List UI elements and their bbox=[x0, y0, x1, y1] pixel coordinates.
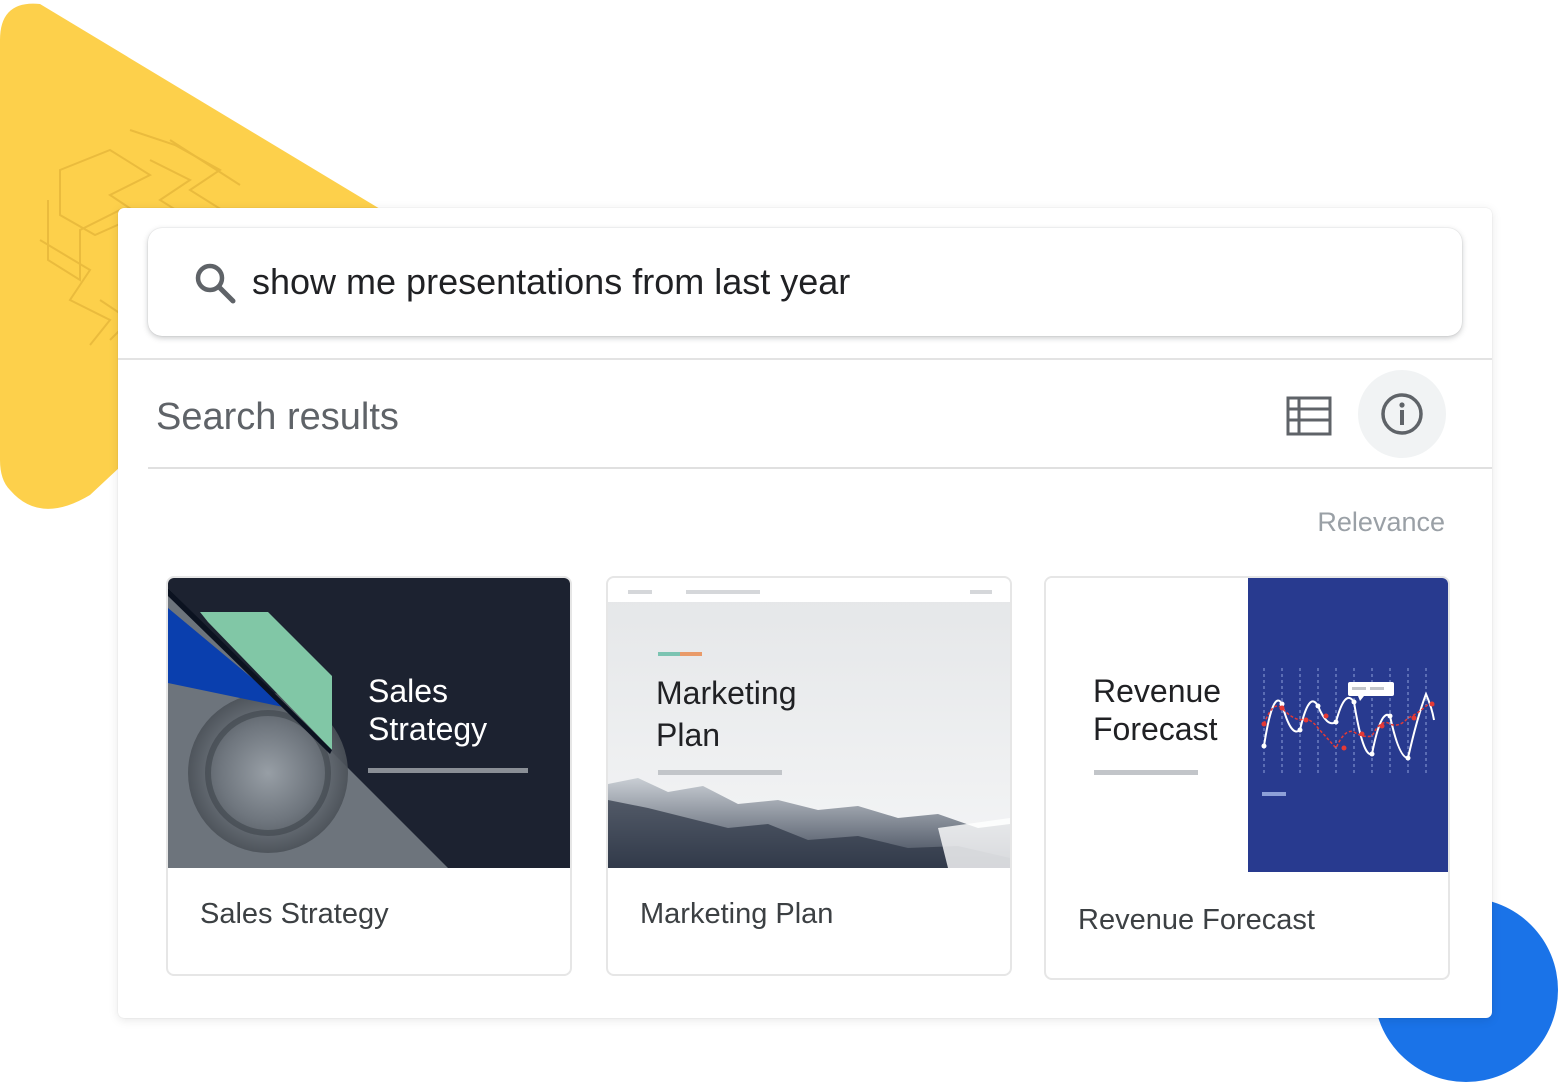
info-icon bbox=[1381, 393, 1423, 435]
thumbnail-title: Sales Strategy bbox=[368, 673, 488, 747]
card-title: Marketing Plan bbox=[640, 898, 834, 930]
list-view-icon[interactable] bbox=[1286, 396, 1332, 436]
result-card-revenue-forecast[interactable]: Revenue Forecast Revenue Forecast bbox=[1044, 576, 1450, 980]
card-title: Sales Strategy bbox=[200, 898, 389, 930]
search-box[interactable]: show me presentations from last year bbox=[148, 228, 1462, 336]
thumbnail-title: Revenue Forecast bbox=[1093, 673, 1222, 747]
results-title: Search results bbox=[156, 396, 399, 438]
result-card-marketing-plan[interactable]: Marketing Plan Marketing Plan bbox=[606, 576, 1012, 976]
divider bbox=[118, 358, 1492, 360]
search-icon[interactable] bbox=[192, 260, 238, 306]
divider bbox=[148, 467, 1492, 469]
thumbnail-title: Marketing Plan bbox=[656, 675, 797, 753]
stage: show me presentations from last year Sea… bbox=[0, 0, 1558, 1082]
card-title: Revenue Forecast bbox=[1078, 904, 1315, 936]
search-input[interactable]: show me presentations from last year bbox=[252, 258, 850, 306]
info-button[interactable] bbox=[1358, 370, 1446, 458]
search-panel: show me presentations from last year Sea… bbox=[118, 208, 1492, 1018]
sort-relevance-label[interactable]: Relevance bbox=[1317, 506, 1445, 538]
result-card-sales-strategy[interactable]: Sales Strategy Sales Strategy bbox=[166, 576, 572, 976]
